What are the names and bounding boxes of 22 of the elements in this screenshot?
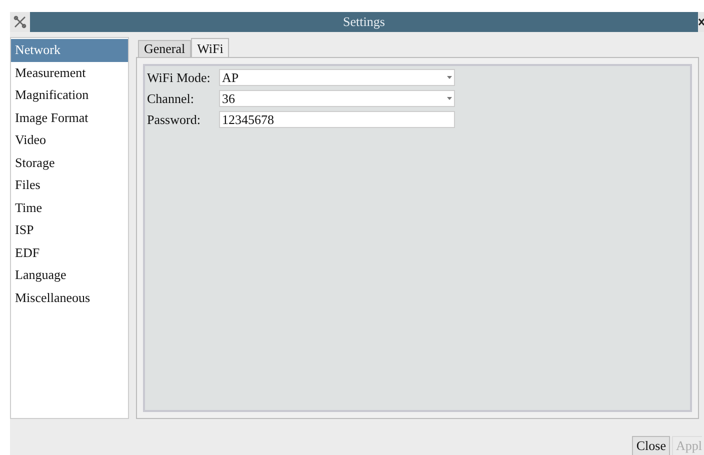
- sidebar-item[interactable]: ISP: [11, 219, 128, 242]
- sidebar-item[interactable]: Network: [11, 39, 128, 62]
- dropdown[interactable]: AP: [219, 69, 455, 86]
- sidebar-item[interactable]: Time: [11, 196, 128, 219]
- dropdown[interactable]: 36: [219, 90, 455, 107]
- sidebar-item[interactable]: Miscellaneous: [11, 286, 128, 309]
- sidebar-item[interactable]: Language: [11, 264, 128, 286]
- field-label: Channel:: [147, 90, 195, 106]
- sidebar-item[interactable]: Measurement: [11, 62, 128, 84]
- tab[interactable]: General: [138, 40, 192, 57]
- tab[interactable]: WiFi: [191, 38, 230, 57]
- sidebar-item[interactable]: EDF: [11, 242, 128, 264]
- sidebar-item[interactable]: Image Format: [11, 106, 128, 129]
- sidebar-item[interactable]: Files: [11, 174, 128, 196]
- sidebar-item[interactable]: Video: [11, 129, 128, 152]
- sidebar-item[interactable]: Storage: [11, 152, 128, 174]
- sidebar-item[interactable]: Magnification: [11, 84, 128, 106]
- field-label: Password:: [147, 112, 202, 128]
- window-title: Settings: [342, 14, 386, 30]
- dialog-button[interactable]: Close: [632, 436, 670, 455]
- field-label: WiFi Mode:: [147, 70, 212, 86]
- input-field[interactable]: 12345678: [219, 111, 455, 128]
